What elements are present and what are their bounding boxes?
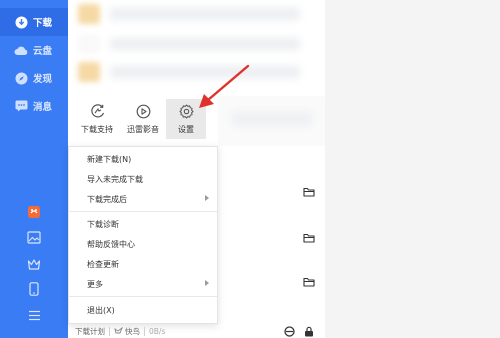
tool-label: 迅雷影音 xyxy=(127,124,159,134)
menu-item-help-feedback[interactable]: 帮助反馈中心 xyxy=(69,234,217,254)
divider xyxy=(109,326,110,336)
bird-icon xyxy=(114,327,123,334)
download-icon xyxy=(14,15,28,29)
gift-icon[interactable] xyxy=(25,203,43,221)
folder-icon[interactable] xyxy=(303,182,315,197)
cloud-icon xyxy=(14,43,28,57)
sidebar: 下载 云盘 发现 消息 xyxy=(0,0,68,338)
download-plan-link[interactable]: 下载计划 xyxy=(75,326,105,337)
divider xyxy=(144,326,145,336)
submenu-arrow-icon xyxy=(205,280,209,286)
nav-label: 云盘 xyxy=(33,46,53,57)
menu-icon[interactable] xyxy=(25,306,43,324)
settings-menu: 新建下载(N) 导入未完成下载 下载完成后 下载诊断 帮助反馈中心 检查更新 更… xyxy=(68,146,218,324)
submenu-arrow-icon xyxy=(205,195,209,201)
message-icon xyxy=(14,99,28,113)
crown-icon[interactable] xyxy=(25,255,43,273)
list-item[interactable] xyxy=(68,58,325,86)
tool-label: 设置 xyxy=(178,124,194,134)
nav-label: 下载 xyxy=(33,18,53,29)
menu-item-import[interactable]: 导入未完成下载 xyxy=(69,169,217,189)
menu-item-check-update[interactable]: 检查更新 xyxy=(69,254,217,274)
divider xyxy=(69,296,217,297)
nav-item-download[interactable]: 下载 xyxy=(0,8,68,36)
list-item[interactable] xyxy=(68,30,325,58)
compass-icon xyxy=(14,71,28,85)
nav-item-messages[interactable]: 消息 xyxy=(0,92,68,120)
browser-icon[interactable] xyxy=(283,325,295,337)
detail-panel xyxy=(325,0,500,338)
image-icon[interactable] xyxy=(25,228,43,246)
blurred-panel xyxy=(218,96,325,146)
speed-value: 0B/s xyxy=(149,326,166,336)
menu-item-exit[interactable]: 退出(X) xyxy=(69,300,217,320)
gear-icon xyxy=(178,104,194,120)
menu-item-after-complete[interactable]: 下载完成后 xyxy=(69,189,217,209)
nav-item-discover[interactable]: 发现 xyxy=(0,64,68,92)
menu-item-more[interactable]: 更多 xyxy=(69,274,217,294)
nav-label: 发现 xyxy=(33,74,53,85)
lock-icon[interactable] xyxy=(303,325,315,337)
nav-label: 消息 xyxy=(33,102,53,113)
phone-icon[interactable] xyxy=(25,280,43,298)
tool-label: 下载支持 xyxy=(81,124,113,134)
status-bar: 下载计划 快鸟 0B/s xyxy=(68,324,325,338)
player-icon xyxy=(135,104,151,120)
speed-mode-label: 快鸟 xyxy=(125,326,140,336)
menu-item-new-download[interactable]: 新建下载(N) xyxy=(69,149,217,169)
divider xyxy=(69,211,217,212)
player-button[interactable]: 迅雷影音 xyxy=(123,99,163,139)
folder-icon[interactable] xyxy=(303,272,315,287)
list-item[interactable] xyxy=(68,0,325,28)
settings-toolbar: 下载支持 迅雷影音 设置 xyxy=(68,96,218,142)
status-icons xyxy=(275,325,315,337)
download-support-button[interactable]: 下载支持 xyxy=(77,99,117,139)
menu-item-diagnose[interactable]: 下载诊断 xyxy=(69,214,217,234)
nav-item-cloud[interactable]: 云盘 xyxy=(0,36,68,64)
speed-mode-button[interactable]: 快鸟 xyxy=(114,326,140,337)
folder-icon[interactable] xyxy=(303,228,315,243)
settings-button[interactable]: 设置 xyxy=(166,99,206,139)
download-support-icon xyxy=(89,104,105,120)
